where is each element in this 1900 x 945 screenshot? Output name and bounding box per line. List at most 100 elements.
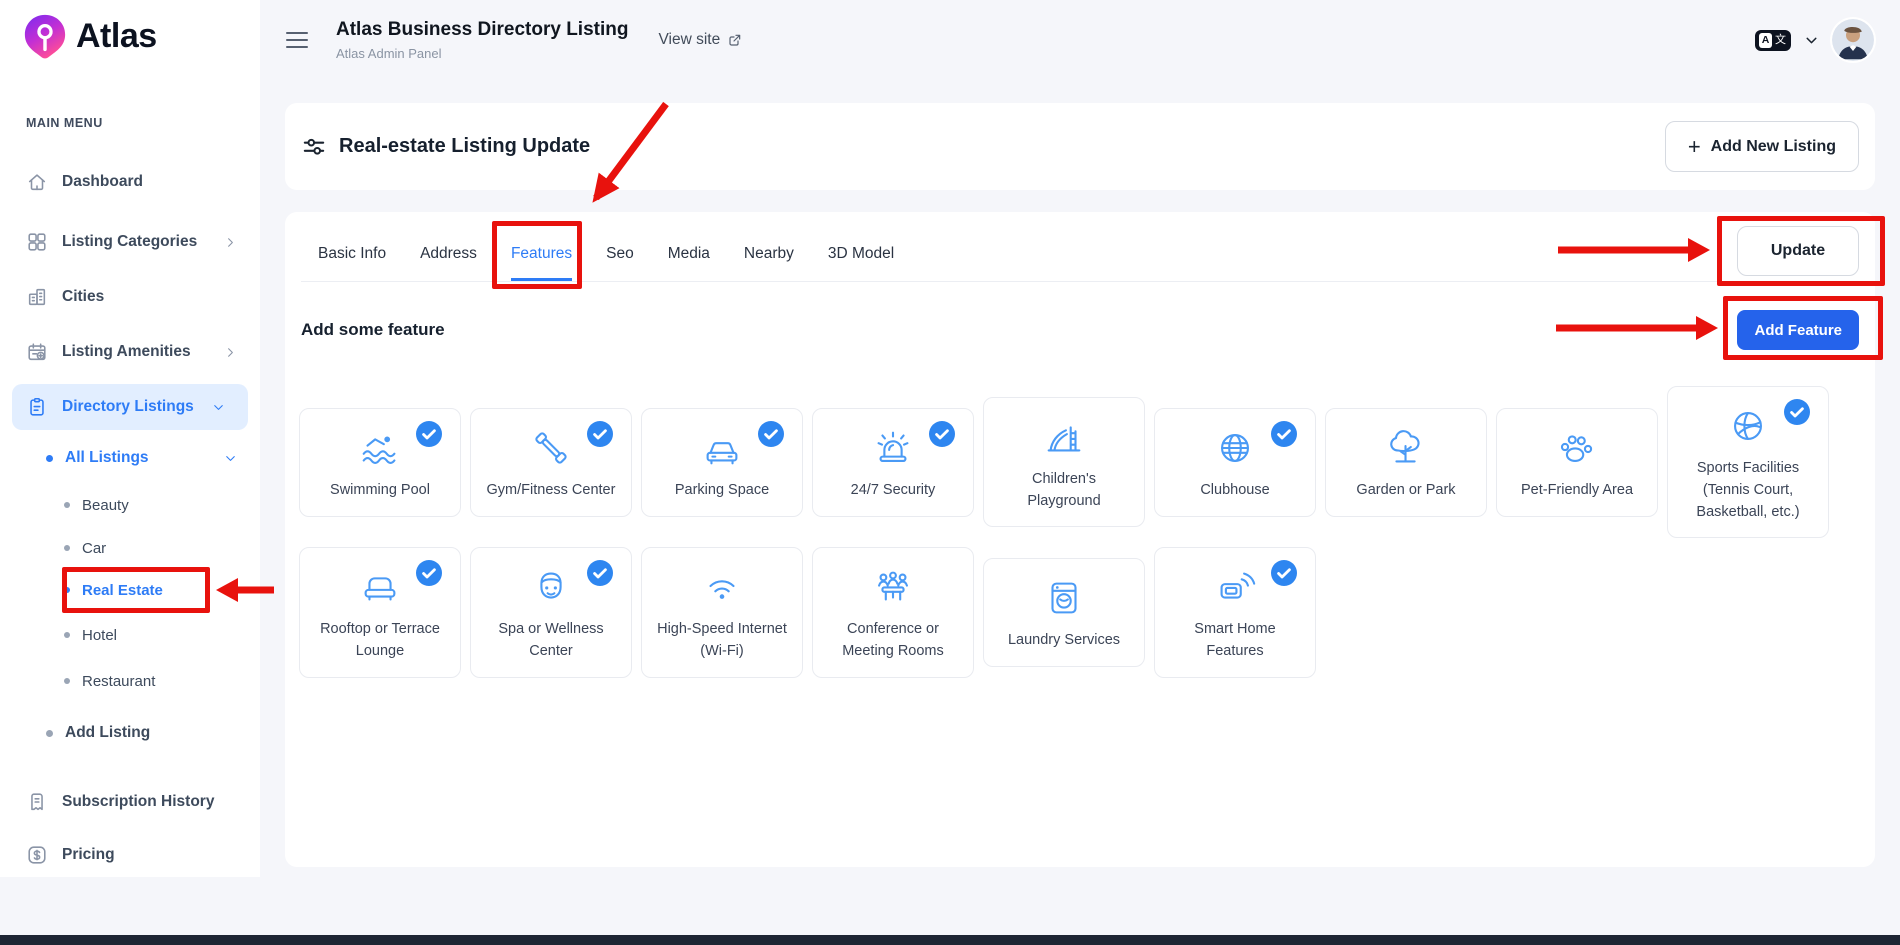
sidebar-item-label: Dashboard: [62, 173, 143, 191]
sidebar-item-dashboard[interactable]: Dashboard: [0, 160, 260, 204]
sliders-icon: [301, 134, 327, 160]
bullet-icon: [64, 545, 70, 551]
sidebar-item-label: Pricing: [62, 846, 115, 864]
check-badge: [1271, 421, 1297, 447]
sidebar-item-label: All Listings: [65, 449, 149, 467]
add-new-listing-button[interactable]: + Add New Listing: [1665, 121, 1859, 172]
bullet-icon: [46, 730, 53, 737]
sidebar-item-label: Beauty: [82, 497, 129, 514]
feature-label: Gym/Fitness Center: [487, 480, 616, 502]
sidebar-item-car[interactable]: Car: [0, 530, 260, 566]
sidebar-item-label: Listing Amenities: [62, 343, 191, 361]
feature-card-clubhouse[interactable]: Clubhouse: [1154, 408, 1316, 517]
feature-card-swimming-pool[interactable]: Swimming Pool: [299, 408, 461, 517]
tab-features[interactable]: Features: [511, 245, 572, 281]
section-title: Real-estate Listing Update: [339, 135, 590, 158]
feature-card-gym[interactable]: Gym/Fitness Center: [470, 408, 632, 517]
feature-card-smart-home[interactable]: Smart Home Features: [1154, 547, 1316, 678]
feature-label: High-Speed Internet (Wi-Fi): [652, 619, 792, 663]
main-content: Atlas Business Directory Listing Atlas A…: [260, 0, 1900, 945]
feature-label: Clubhouse: [1200, 480, 1269, 502]
home-icon: [26, 171, 48, 193]
language-wen-glyph: 文: [1774, 33, 1787, 48]
tab-nearby[interactable]: Nearby: [744, 245, 794, 281]
volleyball-icon: [1725, 403, 1771, 449]
sidebar-item-listing-amenities[interactable]: Listing Amenities: [0, 330, 260, 374]
language-switcher[interactable]: A 文: [1755, 30, 1791, 51]
sidebar-item-subscription-history[interactable]: Subscription History: [0, 780, 260, 824]
paw-icon: [1554, 425, 1600, 471]
sidebar-item-hotel[interactable]: Hotel: [0, 617, 260, 653]
feature-card-wifi[interactable]: High-Speed Internet (Wi-Fi): [641, 547, 803, 678]
receipt-icon: [26, 791, 48, 813]
add-feature-button[interactable]: Add Feature: [1737, 310, 1859, 350]
feature-card-spa[interactable]: Spa or Wellness Center: [470, 547, 632, 678]
bullet-icon: [64, 587, 70, 593]
tab-media[interactable]: Media: [668, 245, 710, 281]
page-header-card: Real-estate Listing Update + Add New Lis…: [285, 103, 1875, 190]
sidebar-item-label: Listing Categories: [62, 233, 197, 251]
page: Atlas MAIN MENU Dashboard Listing Catego…: [0, 0, 1900, 945]
tab-basic-info[interactable]: Basic Info: [318, 245, 386, 281]
sidebar-item-label: Subscription History: [62, 793, 214, 811]
wifi-icon: [699, 564, 745, 610]
car-icon: [699, 425, 745, 471]
sidebar-item-label: Add Listing: [65, 724, 150, 742]
clipboard-icon: [26, 396, 48, 418]
feature-card-rooftop-lounge[interactable]: Rooftop or Terrace Lounge: [299, 547, 461, 678]
swimming-pool-icon: [357, 425, 403, 471]
page-subtitle: Atlas Admin Panel: [336, 46, 628, 61]
feature-label: 24/7 Security: [851, 480, 936, 502]
grid-icon: [26, 231, 48, 253]
sidebar-item-directory-listings[interactable]: Directory Listings: [12, 384, 248, 430]
chevron-down-icon: [211, 400, 226, 415]
feature-card-laundry[interactable]: Laundry Services: [983, 558, 1145, 667]
feature-card-sports-facilities[interactable]: Sports Facilities (Tennis Court, Basketb…: [1667, 386, 1829, 538]
brand-name: Atlas: [76, 17, 157, 56]
bullet-icon: [46, 455, 53, 462]
top-header: Atlas Business Directory Listing Atlas A…: [260, 0, 1900, 80]
update-button[interactable]: Update: [1737, 226, 1859, 276]
sidebar-item-pricing[interactable]: Pricing: [0, 833, 260, 877]
feature-label: Spa or Wellness Center: [481, 619, 621, 663]
feature-label: Swimming Pool: [330, 480, 430, 502]
sidebar-item-cities[interactable]: Cities: [0, 275, 260, 319]
check-badge: [1271, 560, 1297, 586]
sidebar-item-listing-categories[interactable]: Listing Categories: [0, 220, 260, 264]
sidebar-item-label: Cities: [62, 288, 104, 306]
chevron-right-icon: [223, 235, 238, 250]
feature-card-security[interactable]: 24/7 Security: [812, 408, 974, 517]
check-badge: [1784, 399, 1810, 425]
feature-card-garden[interactable]: Garden or Park: [1325, 408, 1487, 517]
check-badge: [416, 421, 442, 447]
bullet-icon: [64, 678, 70, 684]
feature-label: Conference or Meeting Rooms: [823, 619, 963, 663]
sidebar: Atlas MAIN MENU Dashboard Listing Catego…: [0, 0, 260, 877]
sidebar-item-beauty[interactable]: Beauty: [0, 487, 260, 523]
feature-label: Parking Space: [675, 480, 769, 502]
feature-card-conference[interactable]: Conference or Meeting Rooms: [812, 547, 974, 678]
dumbbell-icon: [528, 425, 574, 471]
view-site-link[interactable]: View site: [658, 31, 743, 49]
chevron-down-icon[interactable]: [1803, 32, 1820, 49]
check-badge: [758, 421, 784, 447]
sidebar-item-label: Car: [82, 540, 106, 557]
sidebar-item-add-listing[interactable]: Add Listing: [0, 715, 260, 751]
tab-seo[interactable]: Seo: [606, 245, 634, 281]
tab-3d-model[interactable]: 3D Model: [828, 245, 894, 281]
feature-card-parking[interactable]: Parking Space: [641, 408, 803, 517]
feature-section-heading: Add some feature: [301, 320, 445, 340]
sidebar-item-real-estate[interactable]: Real Estate: [0, 572, 260, 608]
feature-card-pet-friendly[interactable]: Pet-Friendly Area: [1496, 408, 1658, 517]
tab-address[interactable]: Address: [420, 245, 477, 281]
hamburger-menu-icon[interactable]: [286, 32, 308, 48]
feature-card-playground[interactable]: Children's Playground: [983, 397, 1145, 528]
user-avatar[interactable]: [1832, 19, 1874, 61]
siren-icon: [870, 425, 916, 471]
sidebar-item-restaurant[interactable]: Restaurant: [0, 663, 260, 699]
tab-bar: Basic Info Address Features Seo Media Ne…: [301, 212, 1859, 282]
sidebar-section-label: MAIN MENU: [26, 116, 103, 130]
brand-logo[interactable]: Atlas: [22, 12, 157, 60]
plus-icon: +: [1688, 136, 1701, 158]
sidebar-item-all-listings[interactable]: All Listings: [0, 440, 260, 476]
